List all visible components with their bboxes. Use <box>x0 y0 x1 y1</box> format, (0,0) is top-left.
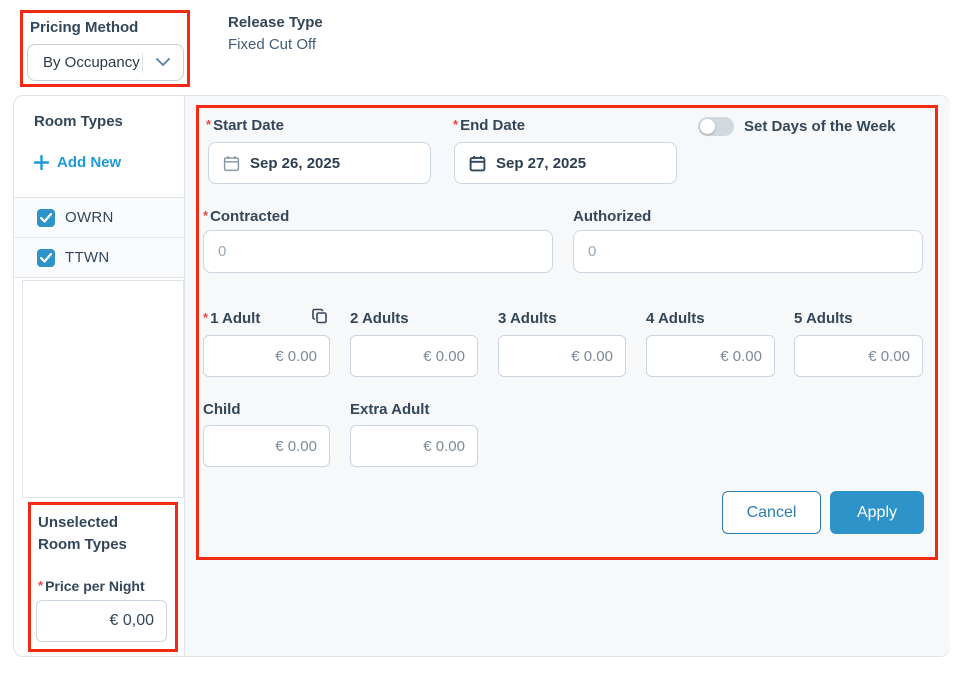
pricing-method-select[interactable]: By Occupancy <box>27 44 184 81</box>
pricing-card: Room Types Add New OWRN TTWN Unselected … <box>13 95 950 657</box>
required-asterisk <box>453 117 460 134</box>
apply-button[interactable]: Apply <box>830 491 924 534</box>
plus-icon <box>34 155 49 170</box>
adults-5-label: 5 Adults <box>794 310 853 327</box>
price-per-night-label: Price per Night <box>38 578 145 594</box>
cancel-button[interactable]: Cancel <box>722 491 821 534</box>
calendar-icon <box>469 155 486 172</box>
room-type-label: OWRN <box>65 209 114 226</box>
required-asterisk <box>203 208 210 225</box>
required-asterisk <box>206 117 213 134</box>
checkbox-checked-icon[interactable] <box>37 249 55 267</box>
end-date-value: Sep 27, 2025 <box>496 155 586 172</box>
calendar-icon <box>223 155 240 172</box>
unselected-room-types-section: Unselected Room Types Price per Night <box>29 503 179 653</box>
room-type-list-empty-area <box>22 280 184 498</box>
adults-5-price-input[interactable] <box>794 335 923 377</box>
copy-icon[interactable] <box>311 307 329 325</box>
contracted-label: Contracted <box>203 208 289 225</box>
unselected-room-types-title: Unselected Room Types <box>38 512 164 556</box>
set-days-toggle[interactable] <box>698 117 734 136</box>
adults-3-label: 3 Adults <box>498 310 557 327</box>
child-label: Child <box>203 401 241 418</box>
pricing-form-panel: Start Date Sep 26, 2025 End Date Sep 27,… <box>197 106 939 561</box>
chevron-down-icon <box>143 58 183 67</box>
release-type-value: Fixed Cut Off <box>228 36 323 53</box>
adults-4-label: 4 Adults <box>646 310 705 327</box>
start-date-label: Start Date <box>206 117 284 134</box>
adults-4-price-input[interactable] <box>646 335 775 377</box>
extra-adult-label: Extra Adult <box>350 401 429 418</box>
required-asterisk <box>203 310 210 327</box>
release-type-block: Release Type Fixed Cut Off <box>228 14 323 53</box>
toggle-knob <box>700 119 715 134</box>
room-type-row-ttwn[interactable]: TTWN <box>14 238 184 278</box>
room-types-sidebar: Room Types Add New OWRN TTWN Unselected … <box>14 96 184 656</box>
set-days-label: Set Days of the Week <box>744 118 895 135</box>
add-new-label: Add New <box>57 154 121 171</box>
price-per-night-input[interactable] <box>36 600 167 642</box>
adult-1-price-input[interactable] <box>203 335 330 377</box>
adults-2-label: 2 Adults <box>350 310 409 327</box>
pricing-method-label: Pricing Method <box>30 19 138 37</box>
end-date-input[interactable]: Sep 27, 2025 <box>454 142 677 184</box>
authorized-label: Authorized <box>573 208 651 225</box>
adults-3-price-input[interactable] <box>498 335 626 377</box>
start-date-value: Sep 26, 2025 <box>250 155 340 172</box>
room-types-title: Room Types <box>34 113 123 130</box>
start-date-input[interactable]: Sep 26, 2025 <box>208 142 431 184</box>
room-type-label: TTWN <box>65 249 110 266</box>
child-price-input[interactable] <box>203 425 330 467</box>
release-type-label: Release Type <box>228 14 323 31</box>
add-new-room-type-button[interactable]: Add New <box>34 154 121 171</box>
checkbox-checked-icon[interactable] <box>37 209 55 227</box>
extra-adult-price-input[interactable] <box>350 425 478 467</box>
contracted-input[interactable] <box>203 230 553 273</box>
required-asterisk <box>38 578 45 594</box>
authorized-input[interactable] <box>573 230 923 273</box>
adult-1-label: 1 Adult <box>203 310 260 327</box>
end-date-label: End Date <box>453 117 525 134</box>
room-type-row-owrn[interactable]: OWRN <box>14 198 184 238</box>
pricing-method-selected-value: By Occupancy <box>28 54 142 71</box>
adults-2-price-input[interactable] <box>350 335 478 377</box>
